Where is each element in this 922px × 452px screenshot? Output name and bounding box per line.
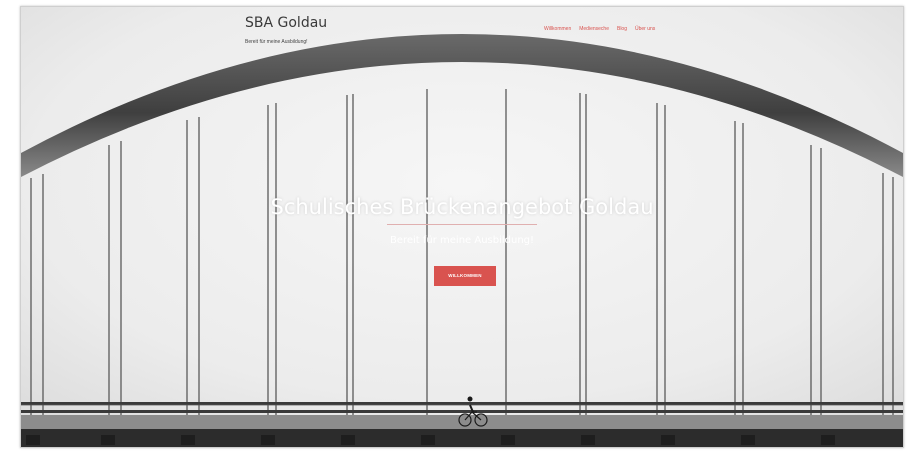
site-tagline: Bereit für meine Ausbildung! [245,39,308,45]
main-navigation: Willkommen Medienseche Blog Über uns [544,26,655,32]
nav-item-blog[interactable]: Blog [617,26,627,32]
nav-item-medienseche[interactable]: Medienseche [579,26,609,32]
nav-item-willkommen[interactable]: Willkommen [544,26,571,32]
bridge-hero-image [21,7,903,447]
hero-title: Schulisches Brückenangebot Goldau [270,195,654,219]
page-frame: SBA Goldau Bereit für meine Ausbildung! … [20,6,904,448]
site-title[interactable]: SBA Goldau [245,15,327,31]
hero-divider [387,224,537,225]
nav-item-ueber-uns[interactable]: Über uns [635,26,655,32]
willkommen-button[interactable]: WILLKOMMEN [434,266,496,286]
hero-subtitle: Bereit für meine Ausbildung! [389,235,535,246]
